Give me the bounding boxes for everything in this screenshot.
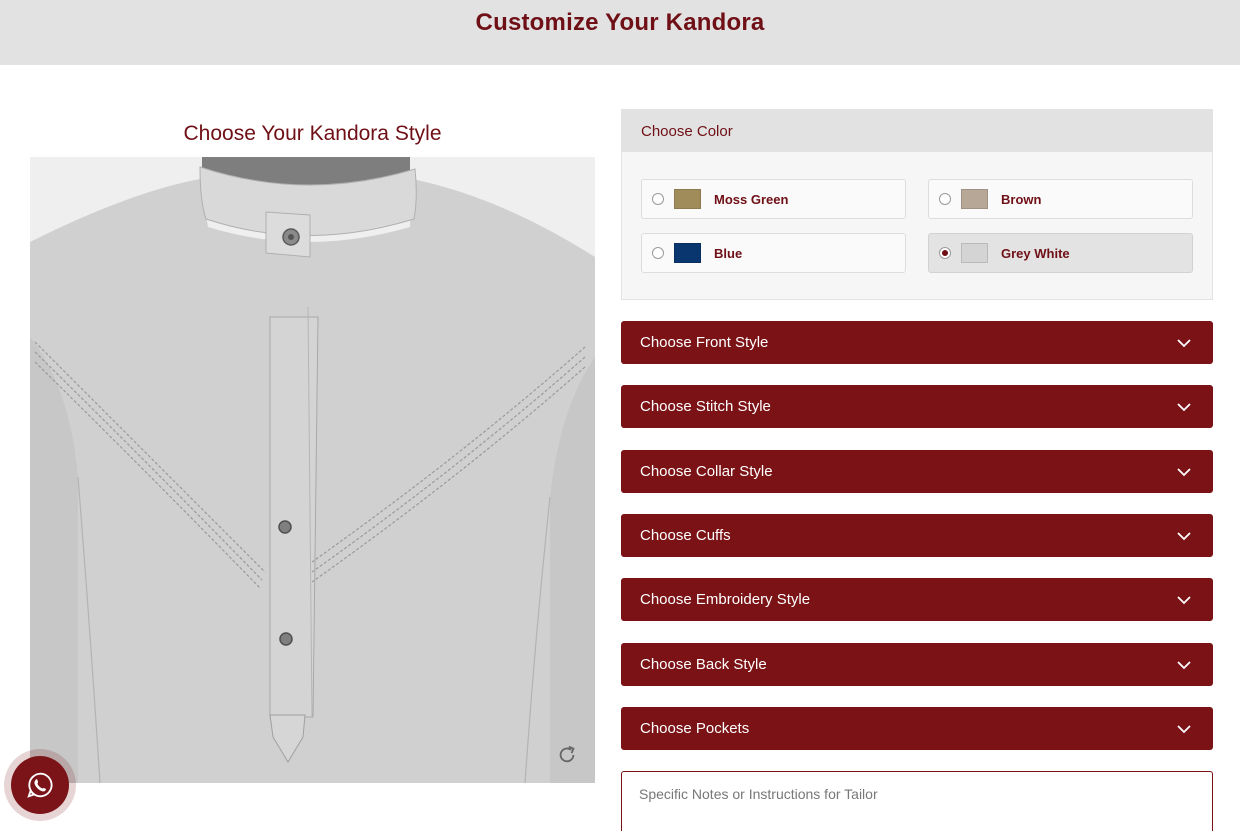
accordion-cuffs[interactable]: Choose Cuffs: [621, 514, 1213, 557]
color-option-blue[interactable]: Blue: [641, 233, 906, 273]
radio-brown[interactable]: [939, 193, 951, 205]
accordion-label: Choose Pockets: [640, 720, 750, 737]
page-title: Customize Your Kandora: [475, 8, 765, 36]
color-label: Blue: [714, 245, 743, 261]
swatch-moss-green: [674, 189, 701, 209]
whatsapp-icon: [27, 772, 53, 798]
accordion-pockets[interactable]: Choose Pockets: [621, 707, 1213, 750]
chevron-down-icon: [1177, 338, 1191, 347]
accordion-label: Choose Front Style: [640, 334, 769, 351]
chevron-down-icon: [1177, 595, 1191, 604]
choose-color-heading: Choose Color: [622, 110, 1212, 152]
color-label: Brown: [1001, 191, 1042, 207]
radio-grey-white[interactable]: [939, 247, 951, 259]
color-option-grey-white[interactable]: Grey White: [928, 233, 1193, 273]
radio-moss-green[interactable]: [652, 193, 664, 205]
radio-blue[interactable]: [652, 247, 664, 259]
color-label: Moss Green: [714, 191, 789, 207]
choose-color-panel: Choose Color Moss Green Brown Blue Grey …: [621, 109, 1213, 300]
whatsapp-button[interactable]: [4, 749, 76, 821]
radio-selected-dot: [942, 250, 948, 256]
accordion-label: Choose Back Style: [640, 656, 767, 673]
chevron-down-icon: [1177, 402, 1191, 411]
accordion-back-style[interactable]: Choose Back Style: [621, 643, 1213, 686]
page-header: Customize Your Kandora: [0, 0, 1240, 65]
accordion-embroidery-style[interactable]: Choose Embroidery Style: [621, 578, 1213, 621]
chevron-down-icon: [1177, 531, 1191, 540]
accordion-front-style[interactable]: Choose Front Style: [621, 321, 1213, 364]
accordion-label: Choose Collar Style: [640, 463, 773, 480]
color-option-brown[interactable]: Brown: [928, 179, 1193, 219]
color-label: Grey White: [1001, 245, 1070, 261]
preview-title: Choose Your Kandora Style: [183, 122, 442, 145]
chevron-down-icon: [1177, 660, 1191, 669]
rotate-icon[interactable]: [556, 744, 578, 766]
accordion-collar-style[interactable]: Choose Collar Style: [621, 450, 1213, 493]
tailor-notes-input[interactable]: [621, 771, 1213, 831]
accordion-stitch-style[interactable]: Choose Stitch Style: [621, 385, 1213, 428]
accordion-label: Choose Cuffs: [640, 527, 731, 544]
chevron-down-icon: [1177, 724, 1191, 733]
swatch-brown: [961, 189, 988, 209]
color-option-moss-green[interactable]: Moss Green: [641, 179, 906, 219]
accordion-label: Choose Embroidery Style: [640, 591, 811, 608]
kandora-preview[interactable]: [30, 157, 595, 783]
swatch-grey-white: [961, 243, 988, 263]
swatch-blue: [674, 243, 701, 263]
chevron-down-icon: [1177, 467, 1191, 476]
kandora-image: [30, 157, 595, 783]
accordion-label: Choose Stitch Style: [640, 398, 771, 415]
